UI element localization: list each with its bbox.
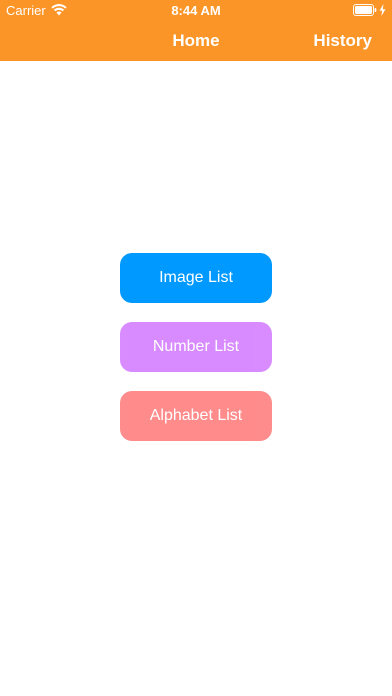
status-time: 8:44 AM xyxy=(171,3,221,18)
charging-bolt-icon xyxy=(379,4,386,19)
battery-indicator xyxy=(353,4,386,19)
image-list-button[interactable]: Image List xyxy=(120,253,272,303)
navigation-bar: Home History xyxy=(0,22,392,61)
app-header: Carrier 8:44 AM Home History xyxy=(0,0,392,61)
main-content: Image List Number List Alphabet List xyxy=(0,61,392,696)
status-bar: Carrier 8:44 AM xyxy=(0,0,392,22)
history-button[interactable]: History xyxy=(313,31,372,51)
battery-icon xyxy=(353,4,377,19)
number-list-button[interactable]: Number List xyxy=(120,322,272,372)
alphabet-list-button[interactable]: Alphabet List xyxy=(120,391,272,441)
